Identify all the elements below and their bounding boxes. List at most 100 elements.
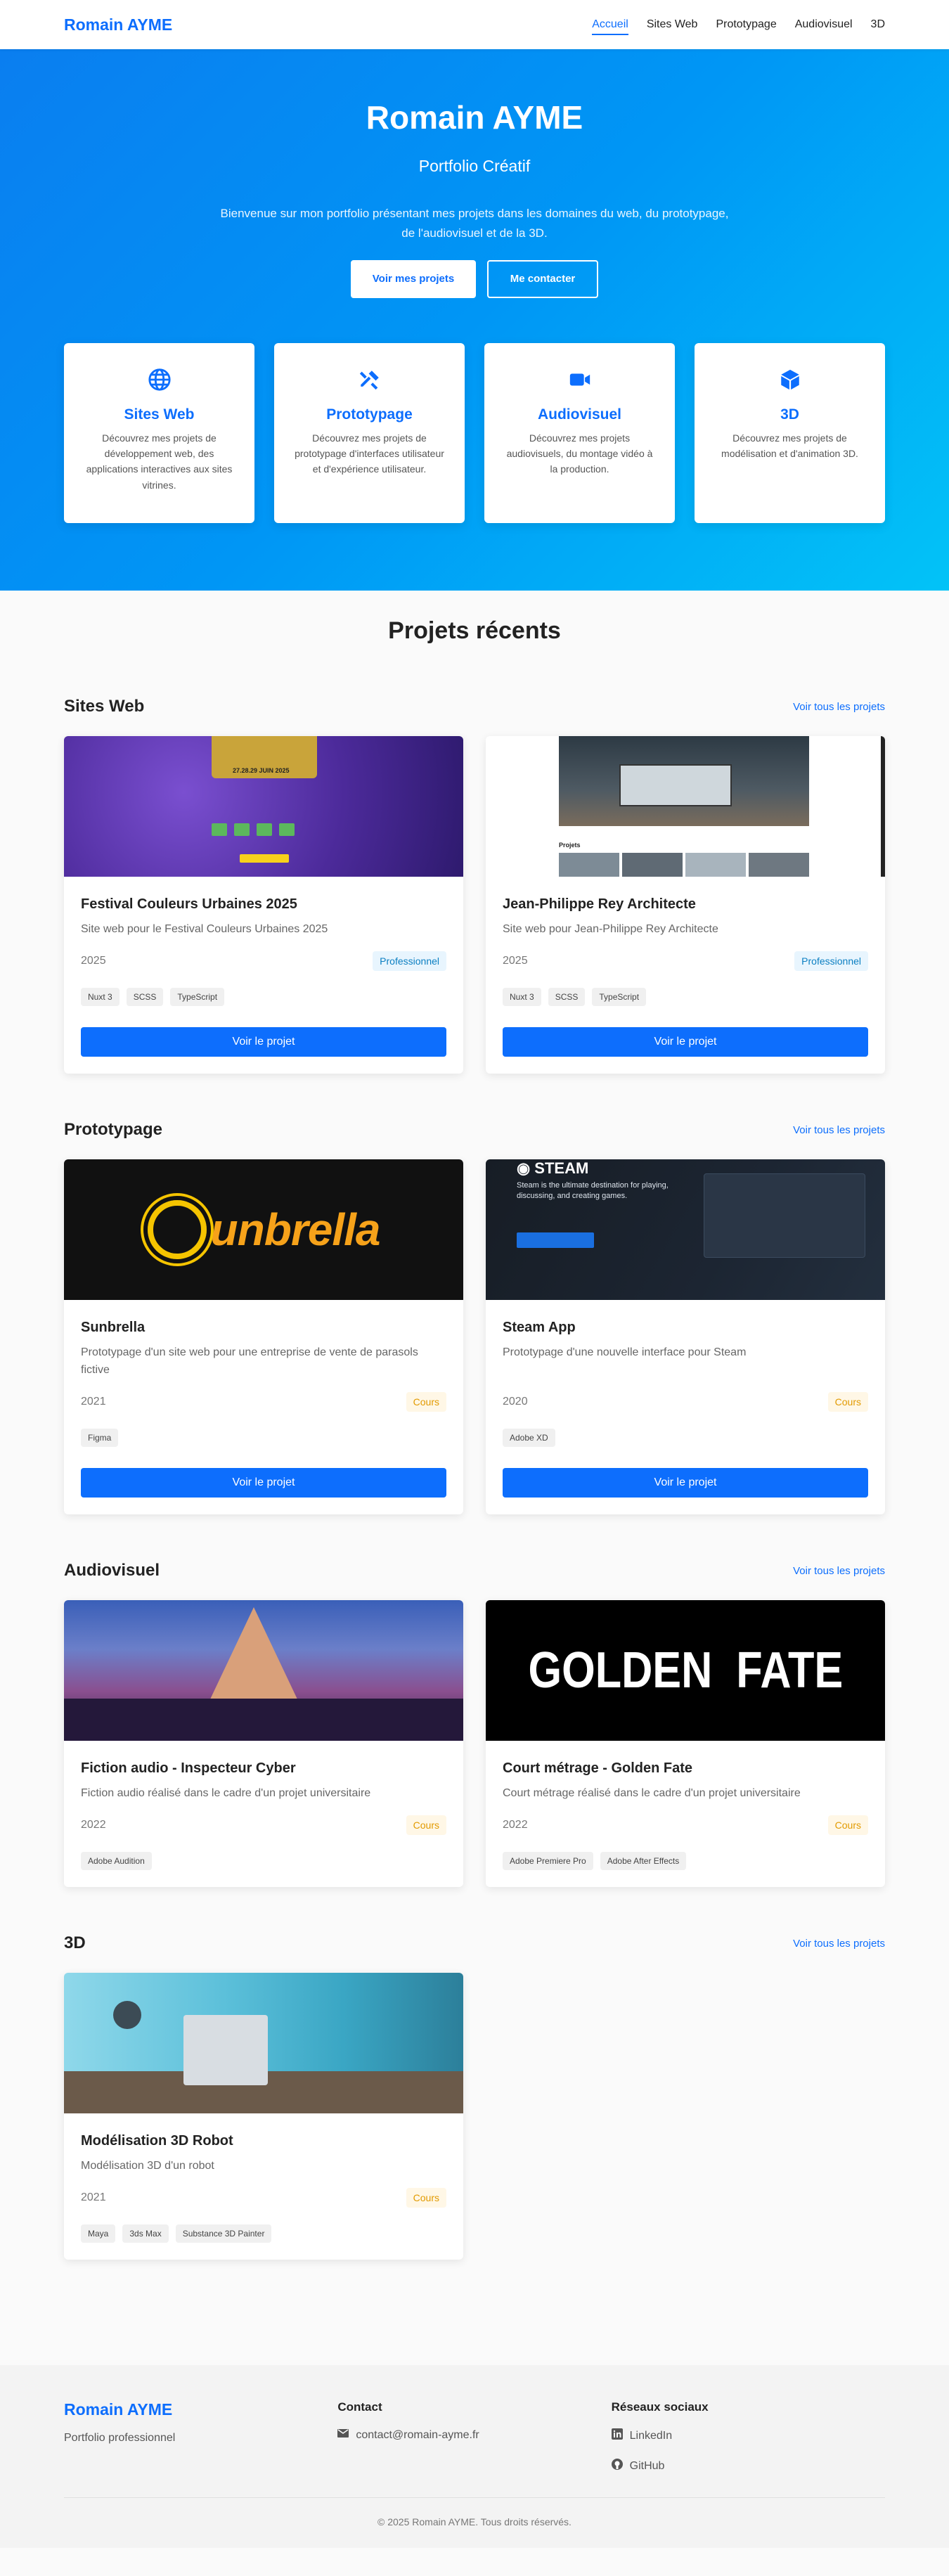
category-title: Prototypage [326, 406, 413, 423]
project-description: Site web pour Jean-Philippe Rey Architec… [503, 923, 718, 935]
project-year: 2022 [81, 1819, 106, 1831]
site-logo[interactable]: Romain AYME [64, 15, 172, 34]
section-3d: 3D Voir tous les projets Modélisation 3D… [64, 1933, 885, 2260]
project-name: Festival Couleurs Urbaines 2025 [81, 896, 297, 912]
tools-icon [274, 366, 465, 394]
section-title: Audiovisuel [64, 1561, 160, 1580]
tag: Nuxt 3 [81, 988, 120, 1006]
project-year: 2021 [81, 1395, 106, 1408]
project-card: unbrella Sunbrella Prototypage d'un site… [64, 1159, 463, 1514]
project-badge: Cours [406, 1391, 446, 1412]
project-description: Fiction audio réalisé dans le cadre d'un… [81, 1787, 371, 1799]
project-year: 2025 [81, 955, 106, 967]
project-name: Court métrage - Golden Fate [503, 1760, 693, 1776]
section-title: Sites Web [64, 697, 145, 716]
globe-icon [64, 366, 254, 394]
project-card: ◉ STEAM Steam is the ultimate destinatio… [486, 1159, 885, 1514]
footer-social-title: Réseaux sociaux [611, 2400, 709, 2414]
project-thumbnail: GOLDEN FATE [486, 1600, 885, 1741]
see-all-link-prototypage[interactable]: Voir tous les projets [793, 1124, 885, 1136]
project-name: Steam App [503, 1320, 576, 1335]
section-sites-web: Sites Web Voir tous les projets 27.28.29… [64, 697, 885, 1074]
github-link[interactable]: GitHub [611, 2459, 885, 2473]
project-year: 2025 [503, 955, 528, 967]
project-description: Modélisation 3D d'un robot [81, 2160, 214, 2172]
project-card: Projets Jean-Philippe Rey Architecte Sit… [486, 736, 885, 1074]
main-nav: Accueil Sites Web Prototypage Audiovisue… [574, 14, 885, 35]
see-all-link-audiovisuel[interactable]: Voir tous les projets [793, 1565, 885, 1577]
tag: Adobe XD [503, 1429, 555, 1447]
tag: SCSS [126, 988, 164, 1006]
tag: TypeScript [170, 988, 225, 1006]
project-description: Court métrage réalisé dans le cadre d'un… [503, 1787, 801, 1799]
recent-projects-section: Projets récents Sites Web Voir tous les … [0, 591, 949, 2365]
project-thumbnail: Projets [486, 736, 885, 877]
category-card-prototypage[interactable]: Prototypage Découvrez mes projets de pro… [274, 342, 465, 523]
contact-button[interactable]: Me contacter [487, 259, 598, 298]
linkedin-icon [611, 2428, 623, 2443]
tag: Adobe Audition [81, 1852, 152, 1870]
tag: Adobe After Effects [600, 1852, 687, 1870]
view-project-button[interactable]: Voir le projet [503, 1468, 868, 1498]
github-icon [611, 2459, 623, 2473]
project-badge: Cours [406, 1815, 446, 1835]
category-text: Découvrez mes projets de modélisation et… [721, 432, 858, 460]
video-camera-icon [484, 366, 675, 394]
category-card-web[interactable]: Sites Web Découvrez mes projets de dével… [64, 342, 254, 523]
project-badge: Professionnel [373, 951, 446, 971]
tag: Maya [81, 2224, 116, 2243]
nav-item-prototypage[interactable]: Prototypage [716, 14, 776, 35]
view-projects-button[interactable]: Voir mes projets [351, 259, 476, 298]
tag: Nuxt 3 [503, 988, 541, 1006]
sun-logo-icon [147, 1200, 207, 1259]
hero-subtitle: Portfolio Créatif [418, 156, 531, 175]
category-card-3d[interactable]: 3D Découvrez mes projets de modélisation… [695, 342, 885, 523]
thumbnail-text: unbrella [210, 1204, 381, 1255]
project-badge: Cours [827, 1392, 868, 1412]
view-project-button[interactable]: Voir le projet [81, 1027, 446, 1057]
view-project-button[interactable]: Voir le projet [503, 1027, 868, 1057]
envelope-icon [337, 2428, 349, 2442]
project-year: 2020 [503, 1396, 528, 1408]
tag: SCSS [548, 988, 586, 1006]
project-thumbnail: unbrella [64, 1159, 463, 1300]
view-project-button[interactable]: Voir le projet [81, 1467, 446, 1498]
category-text: Découvrez mes projets de prototypage d'i… [295, 432, 444, 475]
tag: 3ds Max [122, 2224, 169, 2243]
nav-item-accueil[interactable]: Accueil [592, 14, 628, 35]
tag: TypeScript [592, 988, 647, 1006]
project-description: Site web pour le Festival Couleurs Urbai… [81, 923, 328, 935]
email-link[interactable]: contact@romain-ayme.fr [337, 2428, 611, 2442]
nav-item-audiovisuel[interactable]: Audiovisuel [795, 14, 853, 35]
cube-icon [695, 366, 885, 394]
project-description: Prototypage d'un site web pour une entre… [81, 1346, 418, 1376]
project-badge: Cours [827, 1815, 868, 1835]
category-card-audiovisuel[interactable]: Audiovisuel Découvrez mes projets audiov… [484, 342, 675, 523]
tag: Substance 3D Painter [175, 2224, 272, 2243]
see-all-link-web[interactable]: Voir tous les projets [793, 701, 885, 713]
see-all-link-3d[interactable]: Voir tous les projets [793, 1938, 885, 1950]
nav-item-3d[interactable]: 3D [871, 14, 885, 35]
nav-item-sites-web[interactable]: Sites Web [647, 14, 698, 35]
site-footer: Romain AYME Portfolio professionnel Cont… [0, 2365, 949, 2548]
footer-subtitle: Portfolio professionnel [64, 2432, 176, 2444]
hero-title: Romain AYME [366, 99, 583, 136]
copyright: © 2025 Romain AYME. Tous droits réservés… [64, 2497, 885, 2527]
project-card: 27.28.29 JUIN 2025 Festival Couleurs Urb… [64, 736, 463, 1074]
project-name: Sunbrella [81, 1320, 146, 1335]
project-card: Modélisation 3D Robot Modélisation 3D d'… [64, 1973, 463, 2260]
category-title: 3D [780, 406, 799, 423]
project-thumbnail: 27.28.29 JUIN 2025 [64, 736, 463, 877]
project-year: 2022 [503, 1819, 528, 1831]
thumbnail-text: Steam is the ultimate destination for pl… [517, 1181, 669, 1201]
project-thumbnail [64, 1600, 463, 1741]
github-text: GitHub [629, 2459, 665, 2472]
thumbnail-text: Projets [559, 842, 581, 849]
footer-logo[interactable]: Romain AYME [64, 2400, 337, 2419]
linkedin-link[interactable]: LinkedIn [611, 2428, 885, 2443]
projects-title: Projets récents [388, 617, 561, 644]
category-text: Découvrez mes projets audiovisuels, du m… [506, 432, 653, 475]
project-card: Fiction audio - Inspecteur Cyber Fiction… [64, 1600, 463, 1887]
project-thumbnail: ◉ STEAM Steam is the ultimate destinatio… [486, 1159, 885, 1300]
category-text: Découvrez mes projets de développement w… [86, 432, 233, 491]
